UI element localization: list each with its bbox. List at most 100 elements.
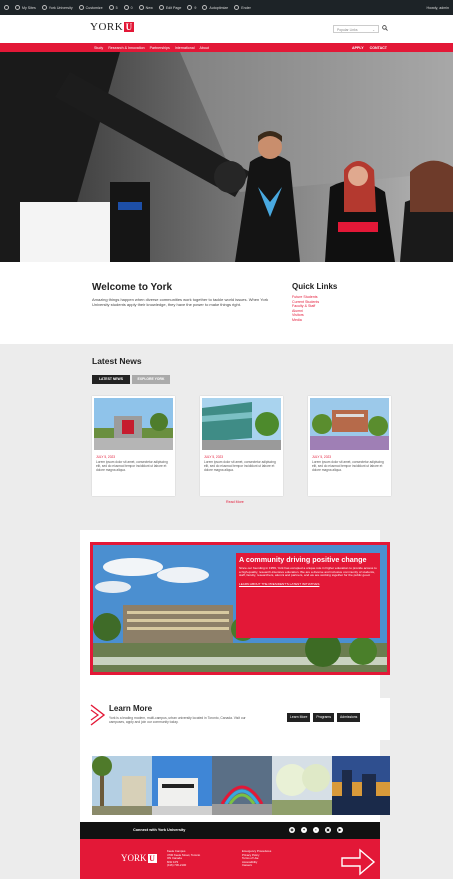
admin-item-label: 0 <box>130 5 133 10</box>
learn-more-button[interactable]: Learn More <box>287 713 311 722</box>
nav-item-about[interactable]: About <box>200 46 209 50</box>
connect-bar: Connect with York University ◉ ✦ ▪ ▣ ▶ <box>80 822 380 839</box>
community-image: A community driving positive change Sinc… <box>93 545 387 672</box>
admin-item-counter[interactable]: 9 <box>187 5 196 10</box>
admin-bar: My Sites York University Customize 5 0 N… <box>0 0 453 15</box>
calendar-icon <box>234 5 240 10</box>
twitter-icon[interactable]: ✦ <box>301 827 307 833</box>
quick-links-list: Future Students Current Students Faculty… <box>292 295 319 323</box>
tab-latest-news[interactable]: LATEST NEWS <box>92 375 130 384</box>
footer-logo-mark: U <box>147 853 157 863</box>
site-header: YORK U Popular Links ⌄ <box>0 15 453 43</box>
admin-item-my-sites[interactable]: My Sites <box>15 5 36 10</box>
main-nav: Study Research & Innovation Partnerships… <box>0 43 453 52</box>
site-footer: YORK U Keele Campus 4700 Keele Street, T… <box>80 839 380 879</box>
nav-right: APPLY CONTACT <box>352 46 387 50</box>
instagram-icon[interactable]: ◉ <box>289 827 295 833</box>
news-card-date: JULY 5, 2023 <box>96 455 116 459</box>
learn-more-body: York is a leading modern, multi-campus, … <box>109 716 246 725</box>
york-logo[interactable]: YORK U <box>90 21 135 33</box>
admin-item-label: 9 <box>194 5 197 10</box>
news-card[interactable]: JULY 5, 2023 Lorem ipsum dolor sit amet,… <box>200 396 283 496</box>
learn-more-title: Learn More <box>109 704 153 713</box>
admin-item-updates[interactable]: 5 <box>108 5 118 10</box>
news-card-body: Lorem ipsum dolor sit amet, consectetur … <box>204 460 276 473</box>
welcome-section: Welcome to York Amazing things happen wh… <box>0 262 453 344</box>
hero-image <box>0 52 453 262</box>
nav-item-apply[interactable]: APPLY <box>352 46 364 50</box>
footer-link[interactable]: Careers <box>242 864 271 868</box>
gallery-photo <box>212 756 272 815</box>
social-links: ◉ ✦ ▪ ▣ ▶ <box>289 827 343 833</box>
quick-links-title: Quick Links <box>292 282 338 291</box>
admin-item-label: York University <box>48 5 73 10</box>
news-card-image <box>202 398 281 450</box>
nav-item-study[interactable]: Study <box>94 46 103 50</box>
news-card-body: Lorem ipsum dolor sit amet, consectetur … <box>312 460 384 473</box>
gallery-photo <box>332 756 390 815</box>
wordpress-menu[interactable] <box>4 5 9 10</box>
plus-icon <box>138 5 144 10</box>
admin-item-autoptimize[interactable]: Autoptimize <box>202 5 228 10</box>
chevron-right-icon <box>90 704 106 726</box>
facebook-icon[interactable]: ▣ <box>325 827 331 833</box>
programs-button[interactable]: Programs <box>313 713 335 722</box>
linkedin-icon[interactable]: ▪ <box>313 827 319 833</box>
popular-links-dropdown[interactable]: Popular Links ⌄ <box>333 25 379 33</box>
community-banner: A community driving positive change Sinc… <box>90 542 390 675</box>
admin-item-edit-page[interactable]: Edit Page <box>158 5 182 10</box>
news-title: Latest News <box>92 356 142 366</box>
news-card-image <box>94 398 173 450</box>
search-icon[interactable] <box>381 25 389 33</box>
news-card-date: JULY 5, 2023 <box>204 455 224 459</box>
arrow-right-icon <box>341 848 376 876</box>
footer-logo[interactable]: YORK U <box>121 853 157 863</box>
admin-item-label: Customize <box>85 5 103 10</box>
nav-item-international[interactable]: International <box>175 46 195 50</box>
nav-item-research[interactable]: Research & Innovation <box>108 46 144 50</box>
admin-item-site[interactable]: York University <box>41 5 73 10</box>
nav-item-contact[interactable]: CONTACT <box>370 46 387 50</box>
latest-news-section: Latest News LATEST NEWS EXPLORE YORK JUL… <box>0 344 453 530</box>
sites-icon <box>15 5 20 10</box>
community-link[interactable]: LEARN ABOUT THE PRESIDENT'S LATEST INITI… <box>239 582 377 586</box>
admin-item-label: Edit Page <box>165 5 182 10</box>
read-more-link[interactable]: Read More <box>226 500 244 504</box>
tab-explore-york[interactable]: EXPLORE YORK <box>132 375 170 384</box>
logo-text: YORK <box>90 21 124 33</box>
news-card-date: JULY 5, 2023 <box>312 455 332 459</box>
admin-item-customize[interactable]: Customize <box>78 5 103 10</box>
news-card-body: Lorem ipsum dolor sit amet, consectetur … <box>96 460 168 473</box>
youtube-icon[interactable]: ▶ <box>337 827 343 833</box>
news-card-image <box>310 398 389 450</box>
admin-item-label: My Sites <box>22 5 36 10</box>
admin-item-label: New <box>145 5 153 10</box>
admissions-button[interactable]: Admissions <box>337 713 361 722</box>
gear-icon <box>202 5 208 10</box>
learn-more-section: Learn More York is a leading modern, mul… <box>90 698 390 740</box>
news-cards: JULY 5, 2023 Lorem ipsum dolor sit amet,… <box>92 396 391 496</box>
pencil-icon <box>158 5 164 10</box>
community-body: Since our founding in 1959, York has occ… <box>239 565 377 578</box>
news-card[interactable]: JULY 5, 2023 Lorem ipsum dolor sit amet,… <box>92 396 175 496</box>
community-text-panel: A community driving positive change Sinc… <box>236 553 380 638</box>
news-card[interactable]: JULY 5, 2023 Lorem ipsum dolor sit amet,… <box>308 396 391 496</box>
quick-link-media[interactable]: Media <box>292 318 319 323</box>
gallery-photo <box>152 756 212 815</box>
comment-icon <box>123 5 129 10</box>
admin-item-label: 5 <box>115 5 118 10</box>
home-icon <box>41 5 47 10</box>
quick-link-future-students[interactable]: Future Students <box>292 295 319 300</box>
footer-logo-text: YORK <box>121 853 147 863</box>
gallery-photo <box>272 756 332 815</box>
nav-item-partnerships[interactable]: Partnerships <box>150 46 170 50</box>
admin-item-ender[interactable]: Ender <box>234 5 251 10</box>
admin-account[interactable]: Howdy, admin <box>426 6 449 10</box>
news-tabs: LATEST NEWS EXPLORE YORK <box>92 375 170 384</box>
chevron-down-icon: ⌄ <box>372 27 375 32</box>
brush-icon <box>78 5 84 10</box>
admin-item-new[interactable]: New <box>138 5 153 10</box>
welcome-body: Amazing things happen when diverse commu… <box>92 297 269 308</box>
footer-address: Keele Campus 4700 Keele Street, Toronto … <box>167 849 200 868</box>
admin-item-comments[interactable]: 0 <box>123 5 133 10</box>
